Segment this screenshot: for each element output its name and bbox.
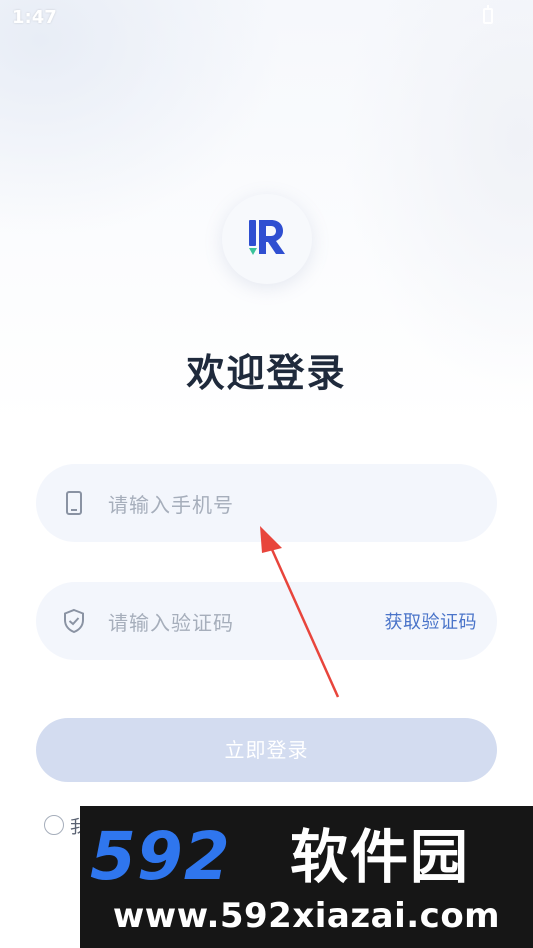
watermark-number: 592: [90, 818, 231, 895]
watermark-name: 软件园: [290, 823, 471, 891]
watermark-banner: 592 软件园 www.592xiazai.com: [80, 806, 533, 948]
watermark-url: www.592xiazai.com: [112, 896, 501, 936]
watermark-brand: 592 软件园: [80, 820, 533, 890]
